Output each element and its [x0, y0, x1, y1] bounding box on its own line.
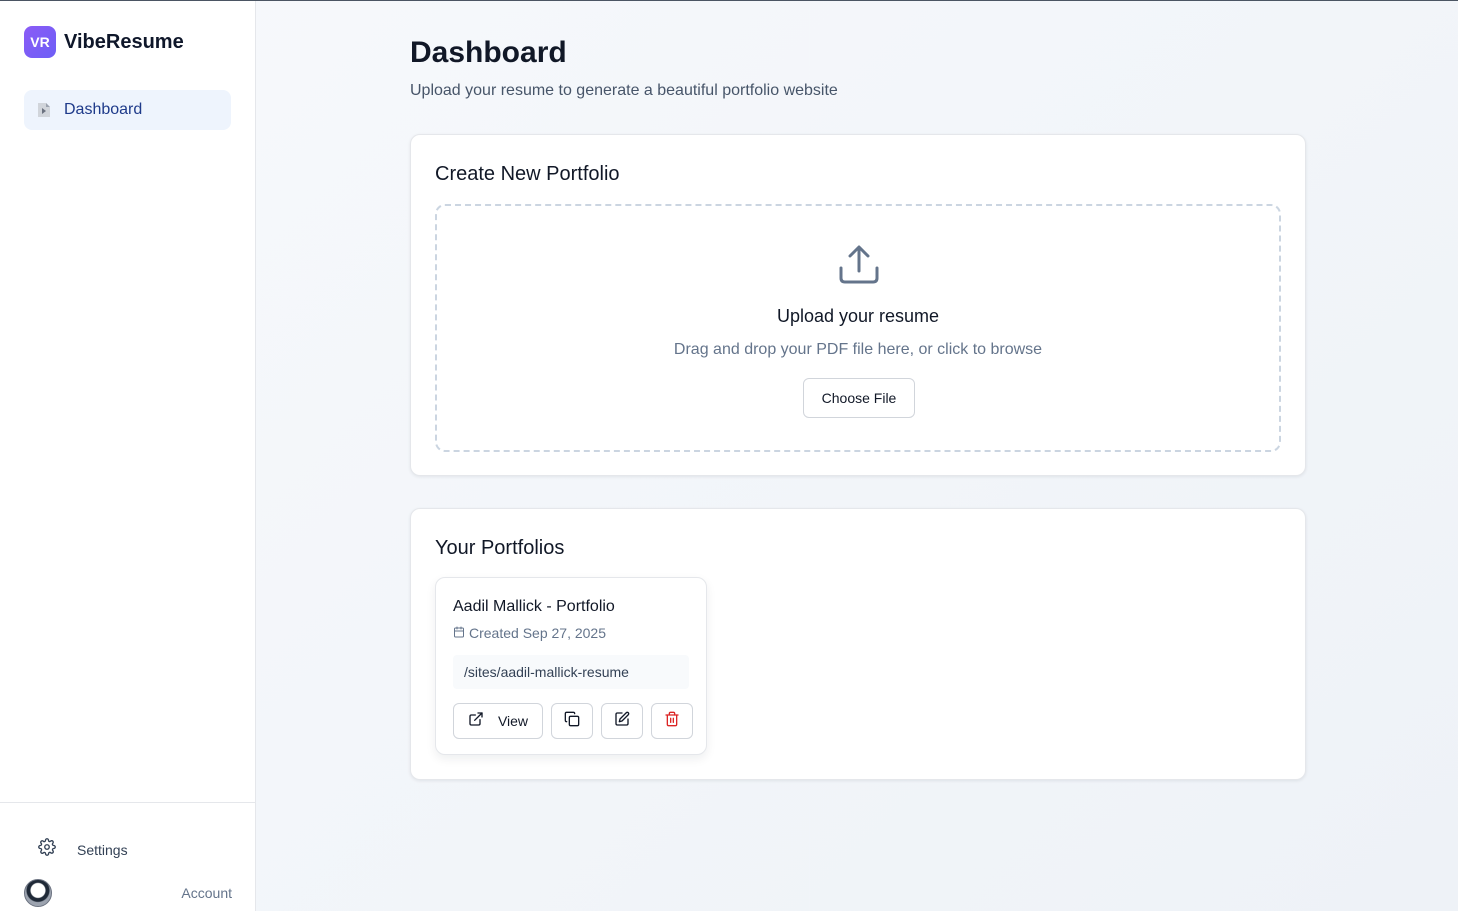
- gear-icon: [38, 838, 56, 861]
- calendar-icon: [453, 625, 465, 641]
- sidebar-footer: Settings Account: [0, 802, 256, 911]
- portfolio-created: Created Sep 27, 2025: [453, 625, 606, 641]
- sidebar-item-dashboard[interactable]: Dashboard: [24, 90, 231, 130]
- upload-hint: Drag and drop your PDF file here, or cli…: [673, 341, 1043, 358]
- delete-portfolio-button[interactable]: [651, 703, 693, 739]
- portfolio-created-label: Created Sep 27, 2025: [469, 625, 606, 641]
- upload-icon: [837, 242, 881, 286]
- sidebar: VR VibeResume Dashboard Settings Account: [0, 1, 256, 911]
- settings-label: Settings: [77, 841, 128, 858]
- page-title: Dashboard: [410, 36, 567, 69]
- portfolios-title: Your Portfolios: [435, 537, 565, 559]
- portfolio-item: Aadil Mallick - Portfolio Created Sep 27…: [435, 577, 707, 755]
- account-row[interactable]: Account: [24, 879, 232, 907]
- document-icon: [37, 102, 51, 118]
- brand-logo: VR: [24, 26, 56, 58]
- resume-dropzone[interactable]: Upload your resume Drag and drop your PD…: [435, 204, 1281, 452]
- view-portfolio-button[interactable]: View: [453, 703, 543, 739]
- page-subtitle: Upload your resume to generate a beautif…: [410, 82, 838, 99]
- brand-name: VibeResume: [64, 30, 184, 53]
- avatar[interactable]: [24, 879, 52, 907]
- portfolio-title: Aadil Mallick - Portfolio: [453, 598, 615, 615]
- upload-title: Upload your resume: [776, 306, 940, 326]
- edit-portfolio-button[interactable]: [601, 703, 643, 739]
- copy-icon: [564, 711, 580, 732]
- view-label: View: [497, 713, 529, 729]
- trash-icon: [664, 711, 680, 732]
- settings-link[interactable]: Settings: [38, 838, 128, 861]
- copy-link-button[interactable]: [551, 703, 593, 739]
- brand[interactable]: VR VibeResume: [24, 26, 184, 58]
- portfolios-card: Your Portfolios Aadil Mallick - Portfoli…: [410, 508, 1306, 780]
- external-link-icon: [468, 711, 484, 732]
- create-portfolio-card: Create New Portfolio Upload your resume …: [410, 134, 1306, 476]
- account-label: Account: [181, 885, 232, 901]
- create-portfolio-title: Create New Portfolio: [435, 163, 620, 185]
- sidebar-item-label: Dashboard: [64, 101, 143, 118]
- portfolio-path: /sites/aadil-mallick-resume: [453, 655, 689, 689]
- edit-icon: [614, 711, 630, 732]
- choose-file-button[interactable]: Choose File: [803, 378, 915, 418]
